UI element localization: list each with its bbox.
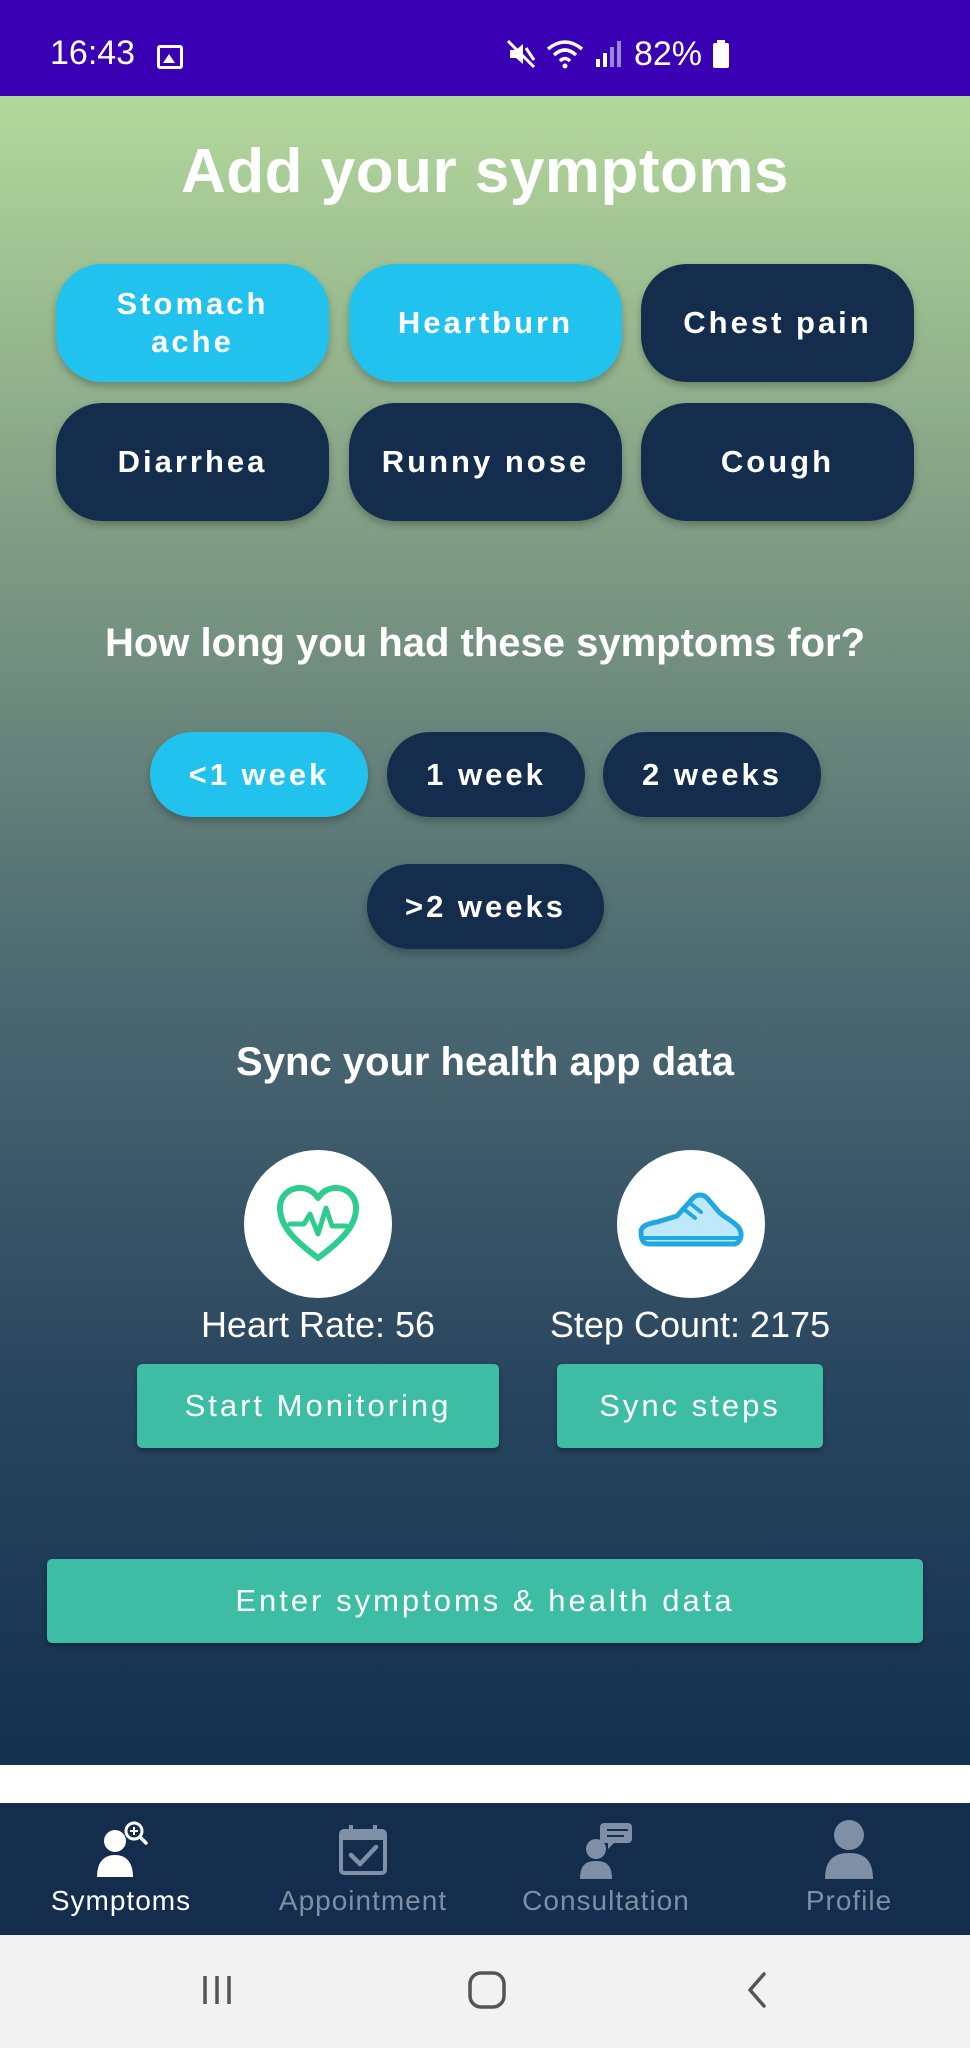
content-divider: [0, 1765, 970, 1803]
symptom-chip-chest-pain[interactable]: Chest pain: [641, 264, 914, 382]
heart-rate-circle: [244, 1150, 392, 1298]
back-icon: [748, 1972, 766, 2008]
status-bar: 16:43 82%: [0, 0, 970, 96]
nav-tab-profile[interactable]: Profile: [728, 1803, 970, 1935]
symptom-chip-diarrhea[interactable]: Diarrhea: [56, 403, 329, 521]
battery-percent: 82%: [633, 34, 702, 73]
wifi-icon: [546, 40, 584, 69]
back-button[interactable]: [728, 1965, 788, 2015]
step-count-circle: [617, 1150, 765, 1298]
sync-title: Sync your health app data: [236, 1040, 734, 1084]
heart-rate-icon: [277, 1185, 359, 1261]
status-time: 16:43: [50, 34, 136, 72]
step-count-label: Step Count: 2175: [549, 1304, 831, 1345]
symptom-chip-runny-nose[interactable]: Runny nose: [349, 403, 622, 521]
duration-chip-more-2-weeks[interactable]: >2 weeks: [367, 864, 604, 949]
nav-label-symptoms: Symptoms: [50, 1885, 192, 1916]
symptom-chip-cough[interactable]: Cough: [641, 403, 914, 521]
status-indicators: 82%: [506, 34, 730, 74]
sync-steps-button[interactable]: Sync steps: [557, 1364, 823, 1448]
home-button[interactable]: [457, 1965, 517, 2015]
nav-tab-symptoms[interactable]: Symptoms: [0, 1803, 242, 1935]
duration-chip-2-weeks[interactable]: 2 weeks: [603, 732, 821, 817]
mute-icon: [506, 39, 536, 69]
nav-label-profile: Profile: [805, 1885, 893, 1916]
nav-label-appointment: Appointment: [278, 1885, 448, 1916]
bottom-nav: Symptoms Appointment Consultation Profil…: [0, 1803, 970, 1935]
duration-chip-less-1-week[interactable]: <1 week: [150, 732, 368, 817]
symptom-chip-heartburn[interactable]: Heartburn: [349, 264, 622, 382]
enter-symptoms-button[interactable]: Enter symptoms & health data: [47, 1559, 923, 1643]
symptoms-icon: [97, 1821, 148, 1877]
battery-icon: [713, 40, 729, 68]
signal-icon: [595, 41, 621, 67]
home-icon: [468, 1971, 506, 2009]
duration-chip-1-week[interactable]: 1 week: [387, 732, 585, 817]
image-notification-icon: [157, 45, 183, 69]
nav-tab-appointment[interactable]: Appointment: [242, 1803, 484, 1935]
consultation-icon: [580, 1823, 632, 1879]
nav-tab-consultation[interactable]: Consultation: [485, 1803, 727, 1935]
heart-rate-label: Heart Rate: 56: [200, 1304, 436, 1345]
nav-label-consultation: Consultation: [522, 1885, 690, 1916]
recent-apps-icon: [203, 1976, 231, 2004]
duration-question: How long you had these symptoms for?: [104, 621, 866, 665]
recent-apps-button[interactable]: [187, 1965, 247, 2015]
start-monitoring-button[interactable]: Start Monitoring: [137, 1364, 499, 1448]
shoe-icon: [638, 1192, 744, 1247]
symptoms-screen: Add your symptoms Stomach ache Heartburn…: [0, 96, 970, 1765]
calendar-check-icon: [339, 1825, 387, 1875]
system-nav-bar: [0, 1935, 970, 2048]
page-title: Add your symptoms: [181, 137, 789, 206]
symptom-chip-stomach-ache[interactable]: Stomach ache: [56, 264, 329, 382]
profile-icon: [825, 1820, 873, 1879]
